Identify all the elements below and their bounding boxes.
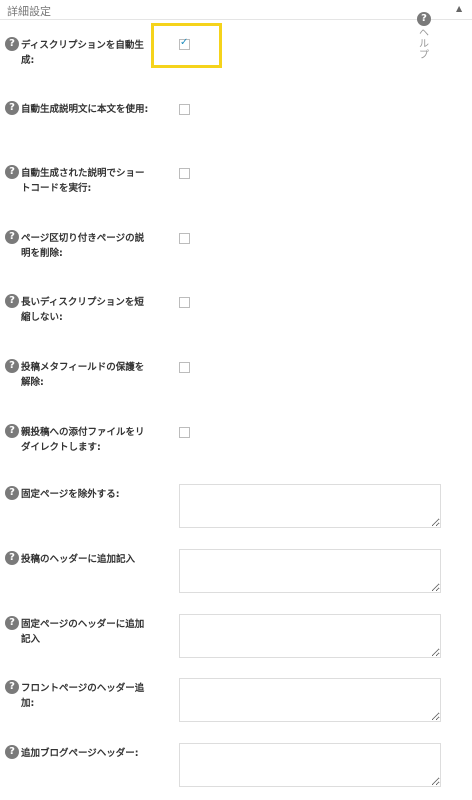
question-circle-icon[interactable]: ? [5, 486, 19, 500]
post-header-textarea[interactable] [179, 549, 441, 593]
question-circle-icon[interactable]: ? [5, 745, 19, 759]
front-page-header-textarea[interactable] [179, 678, 441, 722]
question-circle-icon[interactable]: ? [5, 165, 19, 179]
redirect-attachments-checkbox[interactable] [179, 427, 190, 438]
question-circle-icon[interactable]: ? [5, 424, 19, 438]
setting-label: 投稿メタフィールドの保護を解除: [21, 362, 145, 388]
run-shortcodes-checkbox[interactable] [179, 168, 190, 179]
no-truncate-checkbox[interactable] [179, 297, 190, 308]
page-header-textarea[interactable] [179, 614, 441, 658]
setting-label: 自動生成された説明でショートコードを実行: [21, 168, 145, 194]
setting-label: 自動生成説明文に本文を使用: [21, 104, 149, 115]
setting-label: 固定ページのヘッダーに追加記入 [21, 619, 145, 645]
settings-section-header: 詳細設定 ▲ [0, 0, 472, 20]
setting-label: フロントページのヘッダー追加: [21, 683, 145, 709]
question-circle-icon[interactable]: ? [5, 359, 19, 373]
setting-label: 長いディスクリプションを短縮しない: [21, 297, 144, 323]
question-circle-icon[interactable]: ? [5, 294, 19, 308]
question-circle-icon[interactable]: ? [5, 680, 19, 694]
unprotect-meta-checkbox[interactable] [179, 362, 190, 373]
help-link[interactable]: ? ヘルプ [416, 6, 432, 61]
use-content-checkbox[interactable] [179, 104, 190, 115]
remove-paged-description-checkbox[interactable] [179, 233, 190, 244]
setting-label: 固定ページを除外する: [21, 489, 120, 500]
setting-label: ディスクリプションを自動生成: [21, 40, 144, 66]
setting-label: 親投稿への添付ファイルをリダイレクトします: [21, 427, 145, 453]
question-circle-icon[interactable]: ? [5, 37, 19, 51]
question-circle-icon[interactable]: ? [5, 616, 19, 630]
setting-label: ページ区切り付きページの説明を削除: [21, 233, 145, 259]
help-label: ヘルプ [419, 28, 429, 61]
setting-label: 投稿のヘッダーに追加記入 [21, 554, 136, 565]
auto-description-checkbox[interactable] [179, 37, 190, 50]
question-circle-icon[interactable]: ? [5, 551, 19, 565]
blog-page-header-textarea[interactable] [179, 743, 441, 787]
question-circle-icon[interactable]: ? [5, 230, 19, 244]
section-title: 詳細設定 [7, 5, 51, 18]
exclude-pages-textarea[interactable] [179, 484, 441, 528]
setting-label: 追加ブログページヘッダー: [21, 748, 139, 759]
question-circle-icon[interactable]: ? [5, 101, 19, 115]
question-circle-icon: ? [417, 12, 431, 26]
collapse-arrow-icon[interactable]: ▲ [456, 4, 462, 13]
